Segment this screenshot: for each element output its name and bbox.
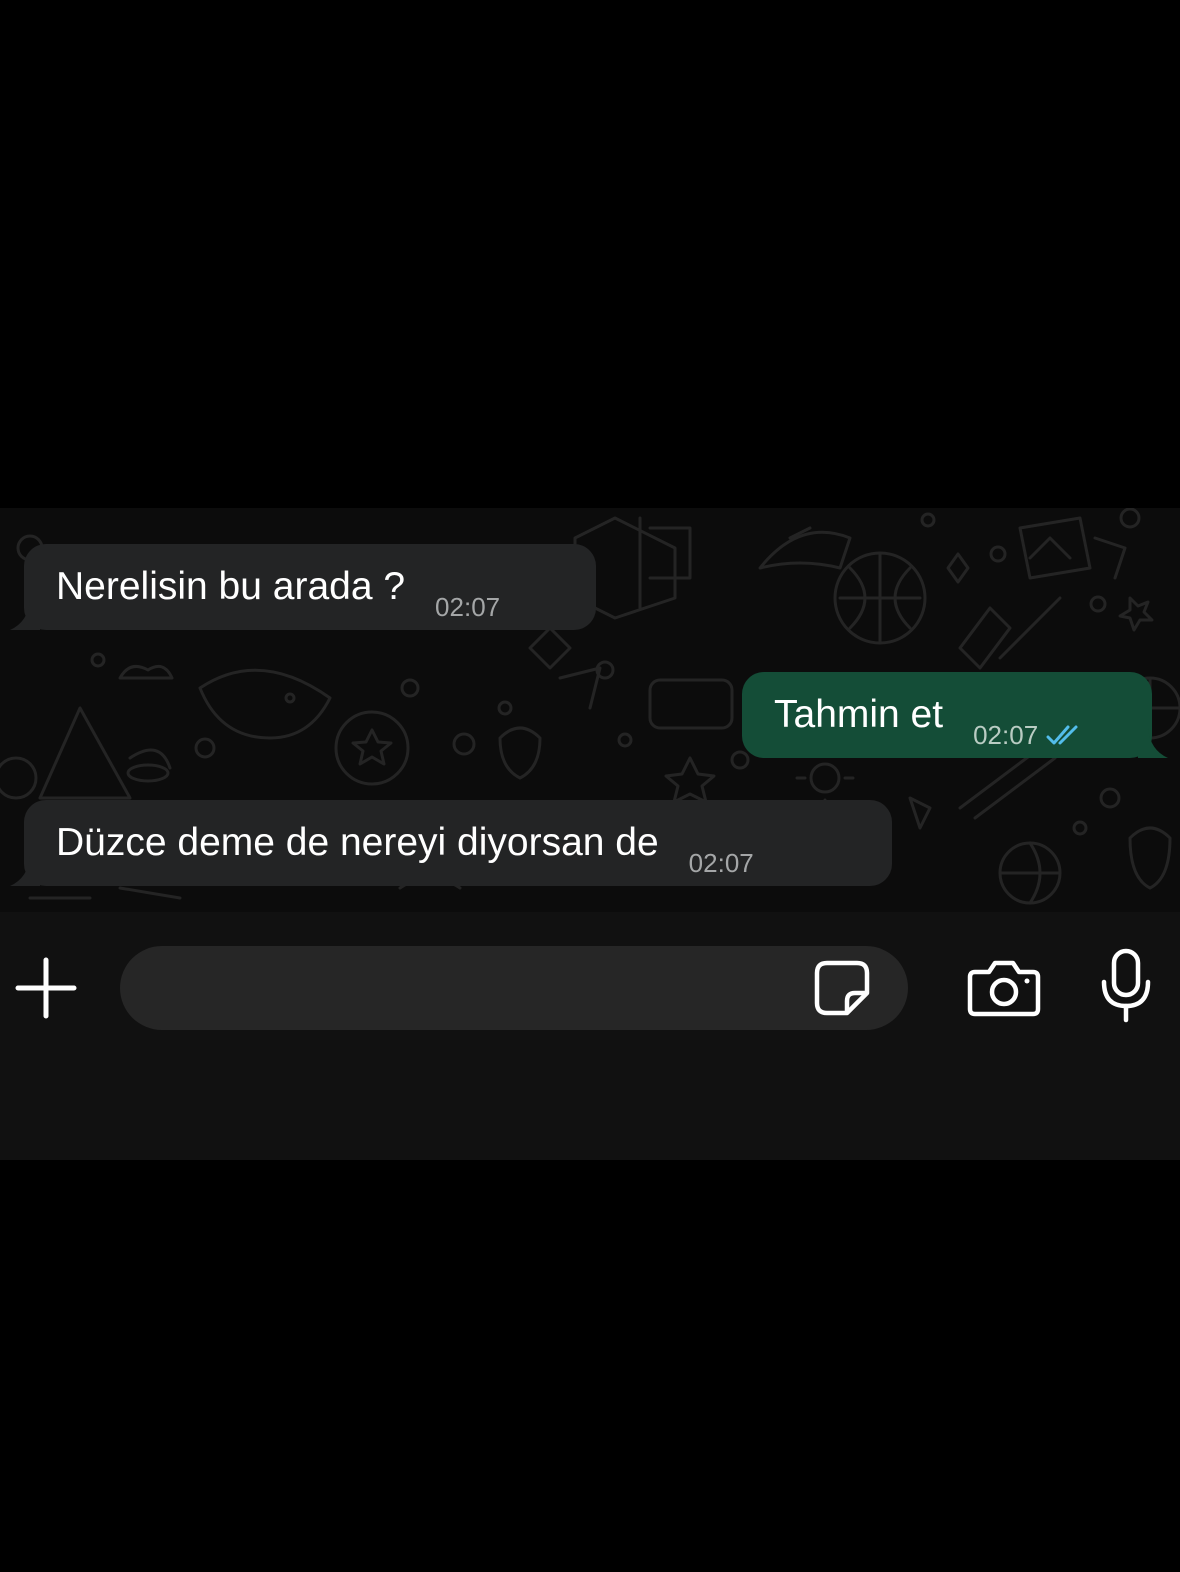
microphone-icon [1101,948,1151,1023]
message-text: Düzce deme de nereyi diyorsan de [56,821,659,864]
bubble-tail [10,856,40,886]
bubble-tail [10,600,40,630]
message-meta: 02:07 [435,592,500,623]
composer-bar [0,912,1180,1160]
chat-screen: Nerelisin bu arada ? 02:07 Tahmin et 02:… [0,508,1180,1160]
message-text: Tahmin et [774,693,944,736]
message-time: 02:07 [435,591,501,622]
message-bubble[interactable]: Nerelisin bu arada ? 02:07 [10,544,596,630]
message-time: 02:07 [688,847,754,878]
message-time: 02:07 [973,719,1039,750]
sticker-icon [814,960,870,1016]
message-text: Nerelisin bu arada ? [56,565,406,608]
voice-button[interactable] [1094,946,1158,1026]
chat-conversation[interactable]: Nerelisin bu arada ? 02:07 Tahmin et 02:… [0,508,1180,912]
message-input-field[interactable] [120,946,908,1032]
bubble-tail [1138,728,1168,758]
message-meta: 02:07 [689,848,754,879]
sticker-button[interactable] [812,958,872,1018]
plus-icon [15,957,77,1019]
message-bubble[interactable]: Düzce deme de nereyi diyorsan de 02:07 [10,800,892,886]
camera-button[interactable] [964,952,1044,1024]
attach-button[interactable] [10,952,82,1024]
message-meta: 02:07 [973,720,1084,751]
double-check-icon [1046,725,1078,745]
camera-icon [967,960,1041,1017]
message-bubble[interactable]: Tahmin et 02:07 [742,672,1168,758]
message-input[interactable] [150,946,814,1032]
